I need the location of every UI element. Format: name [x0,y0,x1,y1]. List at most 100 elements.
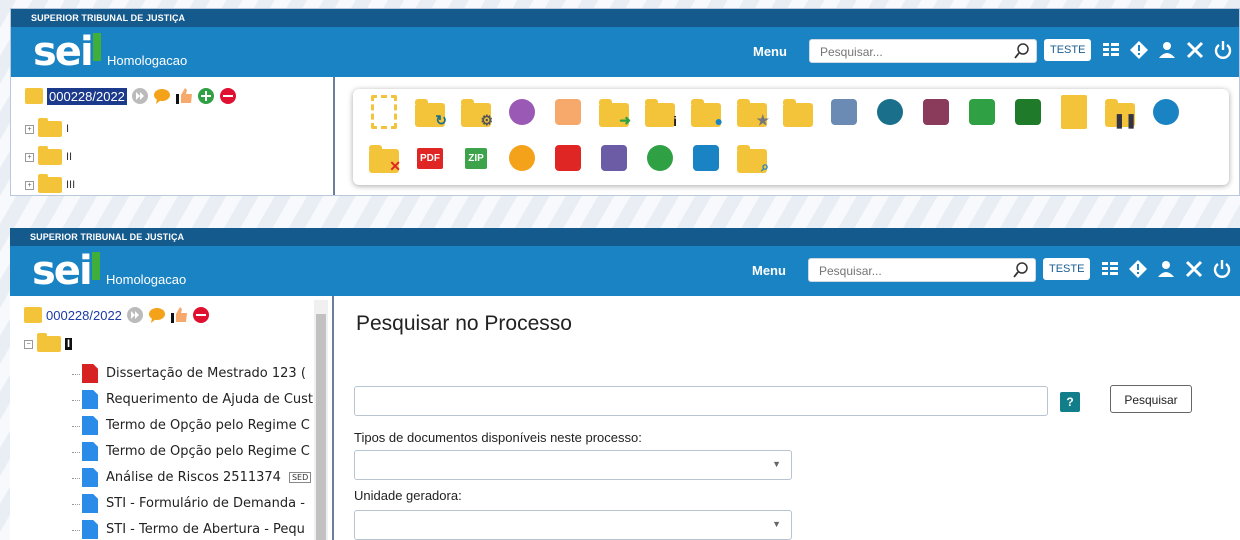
menu-link[interactable]: Menu [753,44,787,59]
send-process-icon[interactable]: ➜ [597,95,631,129]
highlight-badge: ★ [756,112,769,128]
document-title[interactable]: Termo de Opção pelo Regime C [106,444,310,459]
alert-icon[interactable] [1129,40,1149,60]
block-icon[interactable] [781,95,815,129]
assign-icon[interactable] [170,306,188,324]
document-title[interactable]: Termo de Opção pelo Regime C [106,418,310,433]
list-icon[interactable] [1100,259,1120,279]
document-title[interactable]: STI - Termo de Abertura - Pequ [106,522,305,537]
user-icon[interactable] [1156,259,1176,279]
search-icon[interactable] [1013,262,1029,278]
tools-icon[interactable] [1185,40,1205,60]
process-info-icon[interactable]: i [643,95,677,129]
user-badge[interactable]: TESTE [1044,39,1092,61]
pause-icon[interactable]: ❚❚ [1103,95,1137,129]
assign-icon[interactable] [175,87,193,105]
help-button[interactable]: ? [1060,392,1080,412]
doc-types-select[interactable]: ▼ [354,450,792,480]
forward-icon[interactable] [126,306,144,324]
comment-icon[interactable] [148,306,166,324]
sei-logo[interactable]: sei [32,248,100,294]
zip-icon[interactable]: ZIP [459,141,493,175]
list-icon[interactable] [1101,40,1121,60]
units-icon[interactable] [965,95,999,129]
document-item[interactable]: Análise de Riscos 2511374 SED [82,468,314,487]
document-icon [82,390,98,409]
search-box[interactable] [808,258,1036,282]
process-node[interactable]: 000228/2022 [25,87,237,105]
forward-icon[interactable] [131,87,149,105]
tools-icon[interactable] [1184,259,1204,279]
document-item[interactable]: STI - Termo de Abertura - Pequ [82,520,314,539]
tree-scrollbar[interactable] [314,300,328,540]
highlight-icon[interactable]: ★ [735,95,769,129]
flag-icon[interactable] [551,141,585,175]
link-icon[interactable] [1149,95,1183,129]
tree-folder-open[interactable]: − I [24,333,73,352]
new-doc-icon[interactable] [367,95,401,129]
document-item[interactable]: STI - Formulário de Demanda - [82,494,314,513]
search-box[interactable] [809,39,1037,63]
document-item[interactable]: Requerimento de Ajuda de Cust [82,390,314,409]
power-icon[interactable] [1212,259,1232,279]
remove-icon[interactable] [192,306,210,324]
document-title[interactable]: Requerimento de Ajuda de Cust [106,392,313,407]
remove-icon[interactable] [219,87,237,105]
expand-icon[interactable]: + [25,152,34,162]
menu-link[interactable]: Menu [752,263,786,278]
search-icon[interactable] [1014,43,1030,59]
tag-icon[interactable] [597,141,631,175]
user-icon[interactable] [1157,40,1177,60]
tree-folder-3[interactable]: + III [25,174,75,193]
add-icon[interactable] [197,87,215,105]
chevron-down-icon: ▼ [772,519,781,529]
search-button[interactable]: Pesquisar [1110,385,1192,413]
brazil-map-icon[interactable] [1011,95,1045,129]
tree-folder-1[interactable]: + I [25,118,69,137]
tree-folder-2[interactable]: + II [25,146,72,165]
user-badge[interactable]: TESTE [1043,258,1091,280]
cancel-icon[interactable]: ✕ [367,141,401,175]
search-input[interactable] [817,260,1011,282]
process-folder-icon [24,307,42,323]
tree-connector [72,426,80,427]
expand-icon[interactable]: + [25,180,34,190]
assign-person-icon[interactable]: ● [689,95,723,129]
power-icon[interactable] [1213,40,1233,60]
scroll-thumb[interactable] [316,314,326,540]
view-icon[interactable] [505,95,539,129]
process-search-input[interactable] [354,386,1048,416]
comment-icon[interactable] [505,141,539,175]
app-header: sei Homologacao Menu TESTE [11,27,1239,77]
unit-select[interactable]: ▼ [354,510,792,540]
document-item[interactable]: Dissertação de Mestrado 123 ( [82,364,314,383]
sei-logo[interactable]: sei [33,29,101,75]
note-icon[interactable] [1057,95,1091,129]
process-number[interactable]: 000228/2022 [47,87,127,105]
expand-icon[interactable]: + [25,124,34,134]
alert-icon[interactable] [1128,259,1148,279]
pdf-icon[interactable]: PDF [413,141,447,175]
environment-name: Homologacao [107,53,188,68]
assign-icon[interactable] [551,95,585,129]
list-icon[interactable] [689,141,723,175]
process-number[interactable]: 000228/2022 [46,308,122,323]
document-title[interactable]: Análise de Riscos 2511374 [106,470,281,485]
folder-open-icon [37,333,61,352]
document-item[interactable]: Termo de Opção pelo Regime C [82,442,314,461]
relate-process-icon[interactable]: ↻ [413,95,447,129]
refresh-icon[interactable] [873,95,907,129]
add-attachment-icon[interactable] [919,95,953,129]
search-input[interactable] [818,41,1012,63]
document-title[interactable]: STI - Formulário de Demanda - [106,496,305,511]
comment-icon[interactable] [153,87,171,105]
clock-icon[interactable] [643,141,677,175]
search-folder-icon[interactable]: ⌕ [735,141,769,175]
email-icon[interactable] [827,95,861,129]
panel-divider[interactable] [332,296,334,540]
document-item[interactable]: Termo de Opção pelo Regime C [82,416,314,435]
document-title[interactable]: Dissertação de Mestrado 123 ( [106,366,306,381]
process-node[interactable]: 000228/2022 [24,306,210,324]
manage-users-icon[interactable]: ⚙ [459,95,493,129]
collapse-icon[interactable]: − [24,339,33,349]
